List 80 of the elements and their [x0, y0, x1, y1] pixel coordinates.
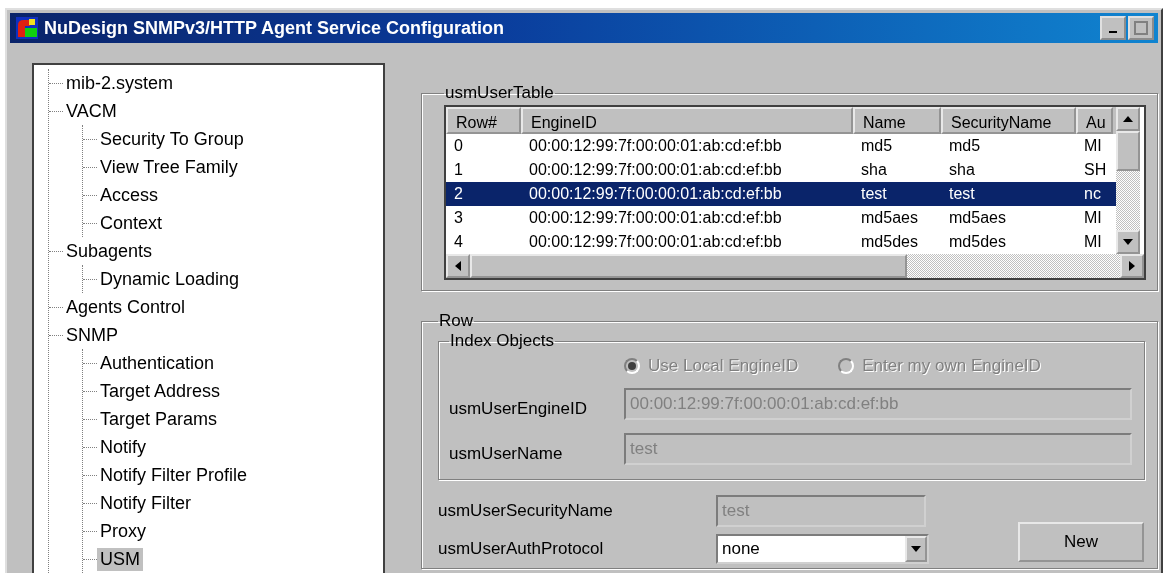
tree-item[interactable]: VACM: [63, 99, 120, 123]
app-icon: [16, 17, 38, 39]
new-button[interactable]: New: [1018, 522, 1144, 562]
tree-item[interactable]: USM: [97, 547, 143, 571]
down-arrow-icon: [1123, 239, 1133, 245]
tree-item[interactable]: Target Params: [97, 407, 221, 431]
scroll-right-button[interactable]: [1120, 254, 1144, 278]
scroll-up-button[interactable]: [1116, 107, 1140, 131]
tree-item[interactable]: Agents Control: [63, 295, 189, 319]
dropdown[interactable]: none: [716, 534, 929, 564]
table-cell-text: 1: [453, 161, 464, 179]
group-label: Index Objects: [449, 331, 555, 351]
column-header[interactable]: EngineID: [521, 107, 853, 134]
vertical-scrollbar[interactable]: [1116, 107, 1140, 254]
tree-item[interactable]: SNMP: [63, 323, 121, 347]
table-cell-text: SH: [1083, 161, 1108, 179]
table-row[interactable]: 3 00:00:12:99:7f:00:00:01:ab:cd:ef:bb md5aes md5aes MI: [446, 206, 1116, 230]
left-arrow-icon: [455, 261, 461, 271]
column-header[interactable]: SecurityName: [941, 107, 1076, 134]
column-header[interactable]: Au: [1076, 107, 1113, 134]
right-arrow-icon: [1129, 261, 1135, 271]
table-cell-text: md5des: [860, 233, 919, 251]
table-cell-text: md5: [860, 137, 894, 155]
table-cell-text: MI: [1083, 233, 1103, 251]
window-title: NuDesign SNMPv3/HTTP Agent Service Configuration: [44, 17, 505, 39]
field-label: usmUserSecurityName: [438, 501, 614, 521]
table-cell-text: md5des: [948, 233, 1007, 251]
table-row[interactable]: 4 00:00:12:99:7f:00:00:01:ab:cd:ef:bb md5des md5des MI: [446, 230, 1116, 254]
column-header[interactable]: Name: [853, 107, 941, 134]
table-cell-text: 3: [453, 209, 464, 227]
table-cell-text: 2: [453, 185, 464, 203]
up-arrow-icon: [1123, 116, 1133, 122]
table-cell-text: 00:00:12:99:7f:00:00:01:ab:cd:ef:bb: [528, 185, 783, 203]
table-cell-text: 00:00:12:99:7f:00:00:01:ab:cd:ef:bb: [528, 161, 783, 179]
tree-item[interactable]: Target Address: [97, 379, 224, 403]
table-row[interactable]: 0 00:00:12:99:7f:00:00:01:ab:cd:ef:bb md5 md5 MI: [446, 134, 1116, 158]
field-label: usmUserName: [449, 442, 564, 464]
group-label: Row: [438, 311, 474, 331]
field-label: usmUserEngineID: [449, 397, 588, 419]
scroll-thumb[interactable]: [470, 254, 907, 278]
table-cell-text: test: [948, 185, 976, 203]
table-cell-text: sha: [860, 161, 888, 179]
tree-item[interactable]: View Tree Family: [97, 155, 241, 179]
table-cell-text: 00:00:12:99:7f:00:00:01:ab:cd:ef:bb: [528, 137, 783, 155]
scroll-thumb[interactable]: [1116, 131, 1140, 171]
tree-item[interactable]: Subagents: [63, 239, 156, 263]
table-cell-text: md5aes: [860, 209, 919, 227]
table-cell-text: 00:00:12:99:7f:00:00:01:ab:cd:ef:bb: [528, 233, 783, 251]
tree-item[interactable]: Notify Filter: [97, 491, 194, 515]
tree-item[interactable]: Access: [97, 183, 162, 207]
minimize-icon: [1109, 31, 1117, 33]
table-cell-text: md5aes: [948, 209, 1007, 227]
table-cell-text: MI: [1083, 209, 1103, 227]
maximize-icon: [1134, 21, 1148, 35]
table-cell-text: 4: [453, 233, 464, 251]
table-cell-text: sha: [948, 161, 976, 179]
table-cell-text: nc: [1083, 185, 1102, 203]
tree-item[interactable]: Security To Group: [97, 127, 247, 151]
tree-item[interactable]: Notify: [97, 435, 149, 459]
table-cell-text: 00:00:12:99:7f:00:00:01:ab:cd:ef:bb: [528, 209, 783, 227]
horizontal-scrollbar[interactable]: [446, 254, 1144, 278]
tree-item[interactable]: Notify Filter Profile: [97, 463, 251, 487]
tree-item[interactable]: Proxy: [97, 519, 149, 543]
field-label: usmUserAuthProtocol: [438, 539, 605, 559]
tree-item[interactable]: Dynamic Loading: [97, 267, 243, 291]
table-cell-text: MI: [1083, 137, 1103, 155]
table-cell-text: md5: [948, 137, 982, 155]
scroll-down-button[interactable]: [1116, 230, 1140, 254]
column-header[interactable]: Row#: [446, 107, 521, 134]
caret-icon: [911, 546, 921, 552]
tree-item[interactable]: mib-2.system: [63, 71, 176, 95]
tree-item[interactable]: Context: [97, 211, 166, 235]
tree-item[interactable]: Authentication: [97, 351, 218, 375]
table-row[interactable]: 1 00:00:12:99:7f:00:00:01:ab:cd:ef:bb sha sha SH: [446, 158, 1116, 182]
scroll-left-button[interactable]: [446, 254, 470, 278]
table-row[interactable]: 2 00:00:12:99:7f:00:00:01:ab:cd:ef:bb test test nc: [446, 182, 1116, 206]
table-cell-text: 0: [453, 137, 464, 155]
table-cell-text: test: [860, 185, 888, 203]
minimize-button[interactable]: [1100, 16, 1126, 40]
group-label: usmUserTable: [444, 83, 555, 103]
